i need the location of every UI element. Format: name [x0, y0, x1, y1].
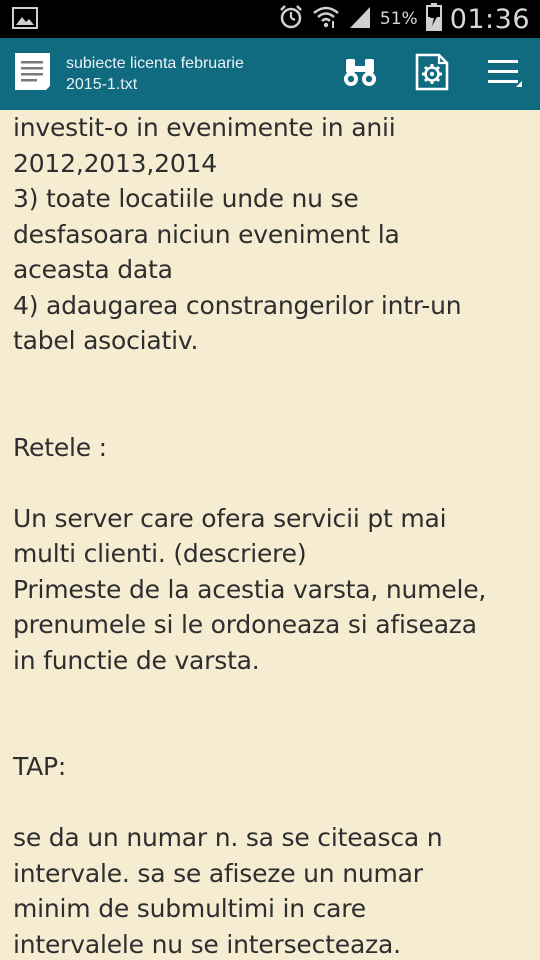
wifi-icon — [312, 4, 340, 34]
title-line-2: 2015-1.txt — [66, 76, 138, 93]
text-viewer[interactable]: investit-o in evenimente in anii 2012,20… — [0, 110, 540, 960]
document-text: investit-o in evenimente in anii 2012,20… — [13, 113, 487, 959]
document-settings-icon — [415, 53, 449, 95]
search-button[interactable] — [338, 52, 382, 96]
overflow-menu-icon — [486, 56, 522, 92]
file-title: subiecte licenta februarie 2015-1.txt — [66, 53, 316, 95]
action-bar: subiecte licenta februarie 2015-1.txt — [0, 38, 540, 110]
document-settings-button[interactable] — [410, 52, 454, 96]
alarm-icon — [278, 4, 304, 34]
clock: 01:36 — [449, 3, 530, 35]
document-icon[interactable] — [14, 52, 52, 96]
picture-icon — [12, 7, 38, 33]
binoculars-search-icon — [343, 55, 377, 93]
battery-percent: 51% — [379, 9, 418, 29]
overflow-menu-button[interactable] — [482, 52, 526, 96]
signal-icon — [348, 5, 372, 33]
title-line-1: subiecte licenta februarie — [66, 55, 244, 72]
status-bar: 51% 01:36 — [0, 0, 540, 38]
battery-charging-icon — [425, 3, 442, 35]
